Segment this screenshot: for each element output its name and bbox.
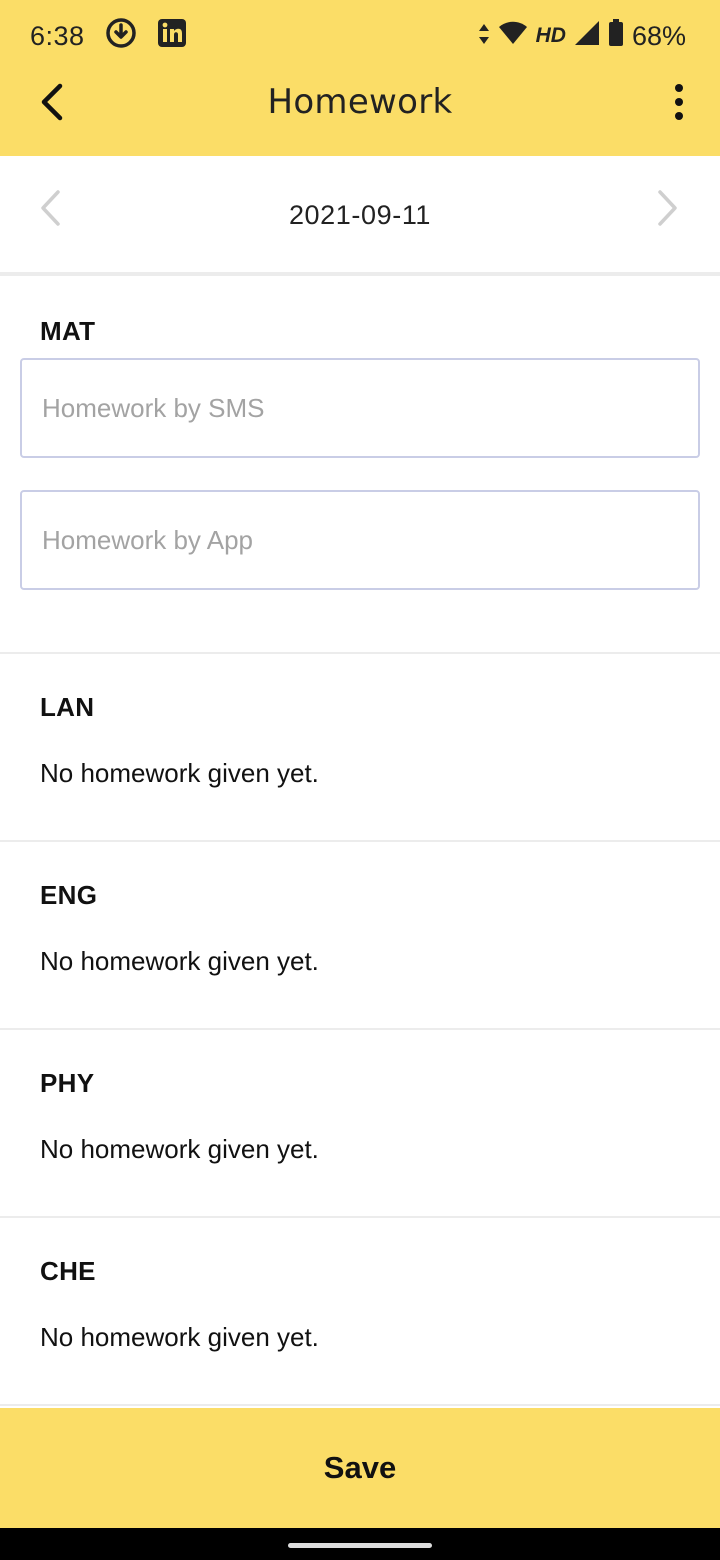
date-navigator: 2021-09-11 — [0, 156, 720, 276]
chevron-right-icon — [658, 190, 677, 226]
network-hd-label: HD — [535, 24, 566, 47]
homework-status: No homework given yet. — [40, 946, 319, 976]
subject-code: MAT — [40, 316, 96, 346]
signal-icon — [574, 20, 600, 53]
homework-screen: 6:38 HD 68% Homework 2021-09-11 MAT Home… — [0, 0, 720, 1560]
status-left: 6:38 — [30, 17, 187, 56]
homework-sms-input[interactable] — [20, 358, 700, 458]
linkedin-icon — [157, 18, 187, 55]
system-navigation-bar — [0, 1528, 720, 1560]
next-date-button[interactable] — [652, 186, 684, 230]
subject-section-che: CHE No homework given yet. — [0, 1218, 720, 1406]
subject-section-eng: ENG No homework given yet. — [0, 842, 720, 1030]
homework-status: No homework given yet. — [40, 1134, 319, 1164]
subject-section-phy: PHY No homework given yet. — [0, 1030, 720, 1218]
download-icon — [105, 17, 137, 56]
home-gesture-handle[interactable] — [288, 1543, 432, 1548]
subject-code: CHE — [40, 1256, 96, 1286]
more-options-button[interactable] — [664, 78, 694, 126]
data-arrows-icon — [478, 21, 490, 52]
subject-section-lan: LAN No homework given yet. — [0, 654, 720, 842]
app-bar: Homework — [0, 72, 720, 156]
subject-section-mat: MAT — [0, 280, 720, 654]
battery-percent: 68% — [631, 20, 686, 51]
current-date: 2021-09-11 — [288, 200, 432, 230]
homework-app-input[interactable] — [20, 490, 700, 590]
more-vert-icon — [675, 84, 683, 120]
homework-status: No homework given yet. — [40, 1322, 319, 1352]
subject-code: LAN — [40, 692, 95, 722]
wifi-icon — [498, 21, 528, 52]
homework-status: No homework given yet. — [40, 758, 319, 788]
status-bar: 6:38 HD 68% — [0, 0, 720, 72]
status-time: 6:38 — [30, 20, 85, 51]
subject-list: MAT LAN No homework given yet. ENG No ho… — [0, 280, 720, 1406]
status-right: HD 68% — [478, 18, 686, 54]
save-button[interactable]: Save — [0, 1408, 720, 1528]
battery-icon — [608, 18, 624, 54]
subject-code: PHY — [40, 1068, 95, 1098]
subject-code: ENG — [40, 880, 98, 910]
page-title: Homework — [267, 82, 453, 122]
